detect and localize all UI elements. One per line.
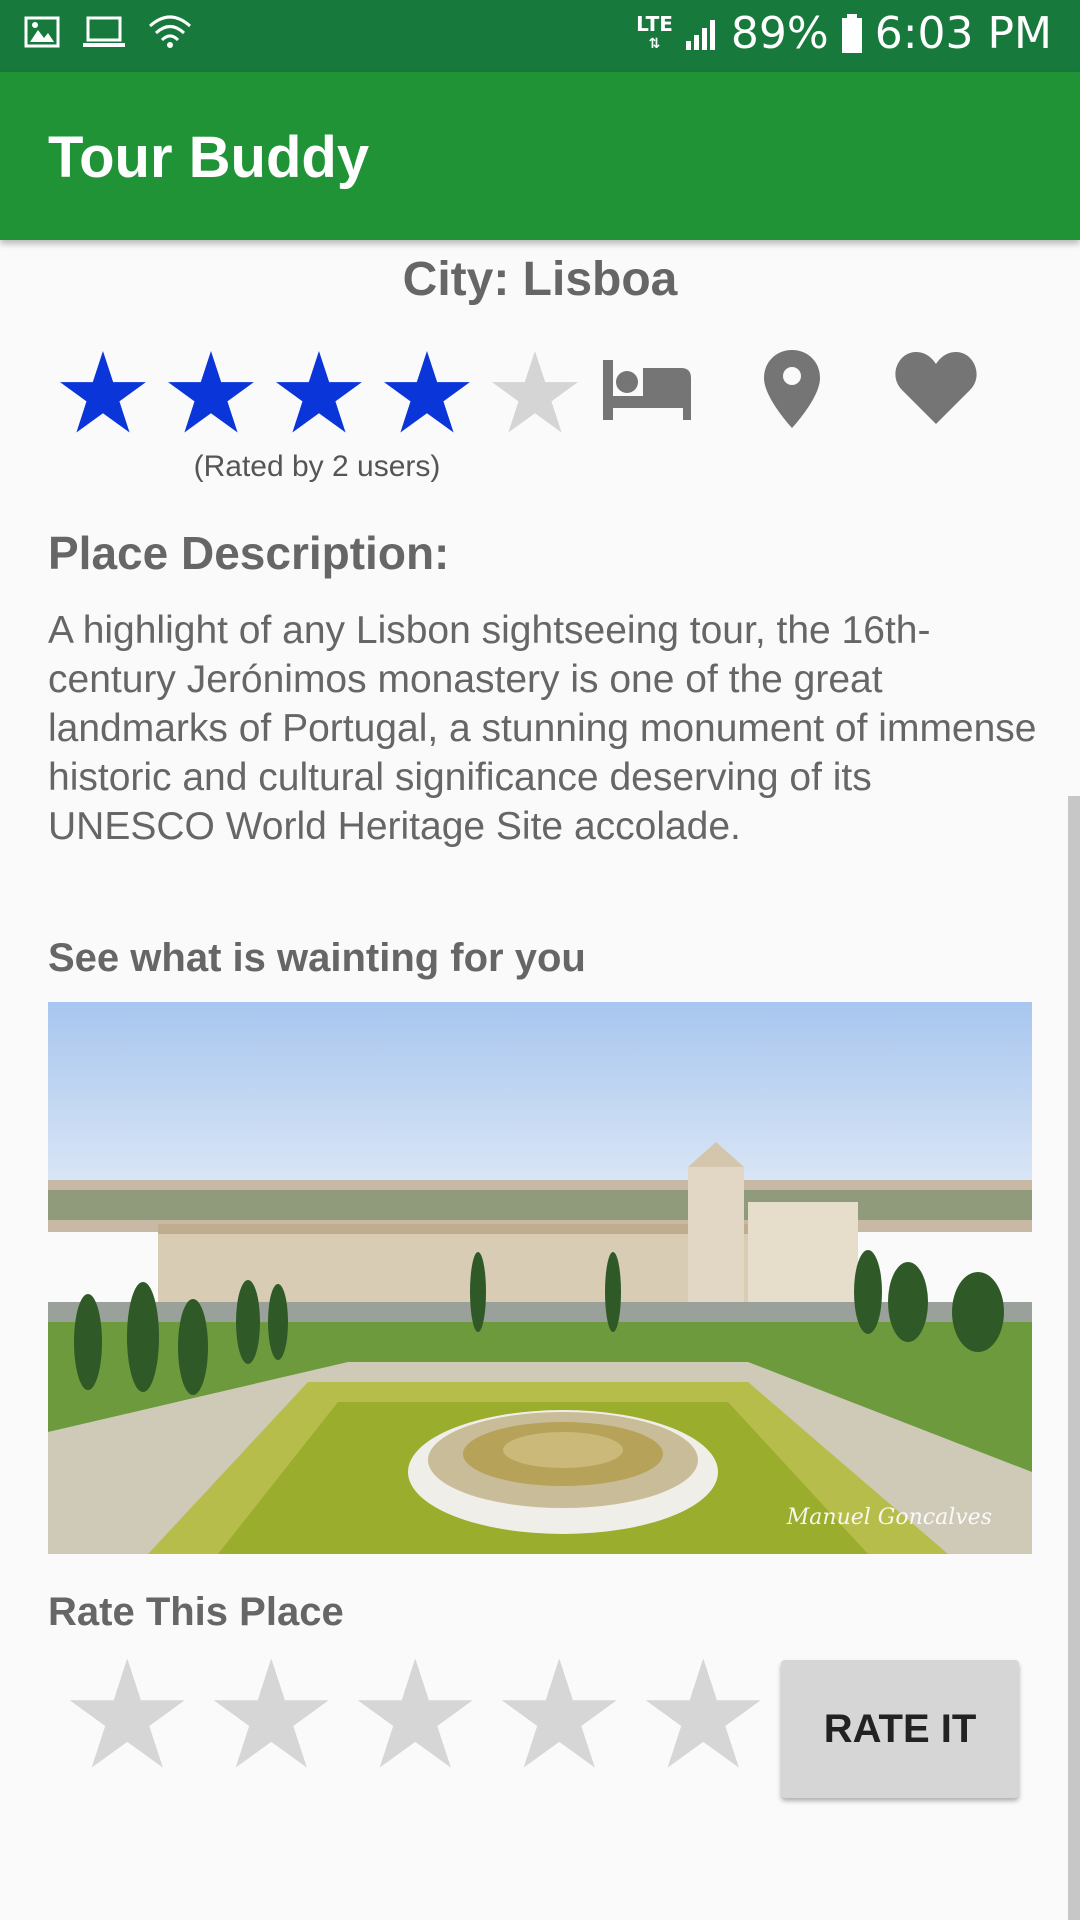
rate-it-button[interactable]: RATE IT <box>781 1660 1019 1798</box>
location-pin-icon[interactable] <box>762 348 822 430</box>
scrollbar[interactable] <box>1068 796 1080 1920</box>
gallery-heading: See what is wainting for you <box>48 936 586 980</box>
rated-by-count: (Rated by 2 users) <box>193 450 441 483</box>
rating-star-filled: ★ <box>160 331 262 456</box>
description-heading: Place Description: <box>48 527 450 579</box>
status-bar: LTE ⇅ 89% 6:03 PM <box>0 0 1080 72</box>
bed-icon[interactable] <box>603 360 693 422</box>
status-system-info: LTE ⇅ 89% 6:03 PM <box>636 8 1052 59</box>
heart-icon[interactable] <box>894 350 978 426</box>
rate-star-4[interactable]: ★ <box>492 1640 626 1790</box>
rate-star-5[interactable]: ★ <box>636 1640 770 1790</box>
place-photo[interactable]: Manuel Goncalves <box>48 1002 1032 1554</box>
battery-icon <box>841 13 862 53</box>
status-notification-icons <box>24 14 192 50</box>
laptop-icon <box>83 16 125 47</box>
lte-indicator: LTE ⇅ <box>636 11 673 52</box>
rate-heading: Rate This Place <box>48 1590 344 1634</box>
photo-watermark: Manuel Goncalves <box>786 1505 992 1530</box>
wifi-icon <box>148 15 192 48</box>
rating-star-filled: ★ <box>52 331 154 456</box>
rate-star-input[interactable]: ★ ★ ★ ★ ★ <box>60 1640 770 1790</box>
rating-star-filled: ★ <box>376 331 478 456</box>
app-title: Tour Buddy <box>48 125 370 190</box>
network-type: LTE <box>636 11 673 36</box>
rating-star-filled: ★ <box>268 331 370 456</box>
average-rating: ★ ★ ★ ★ ★ <box>52 331 586 456</box>
city-label: City: Lisboa <box>402 253 678 306</box>
image-icon <box>24 16 60 48</box>
monastery-aerial-image <box>48 1002 1032 1554</box>
app-bar: Tour Buddy <box>0 72 1080 240</box>
rating-star-empty: ★ <box>484 331 586 456</box>
signal-icon <box>685 19 715 50</box>
rate-star-1[interactable]: ★ <box>60 1640 194 1790</box>
rate-star-2[interactable]: ★ <box>204 1640 338 1790</box>
battery-percent: 89% <box>730 8 829 59</box>
place-description: A highlight of any Lisbon sightseeing to… <box>48 609 1037 848</box>
clock: 6:03 PM <box>874 8 1052 59</box>
rate-star-3[interactable]: ★ <box>348 1640 482 1790</box>
